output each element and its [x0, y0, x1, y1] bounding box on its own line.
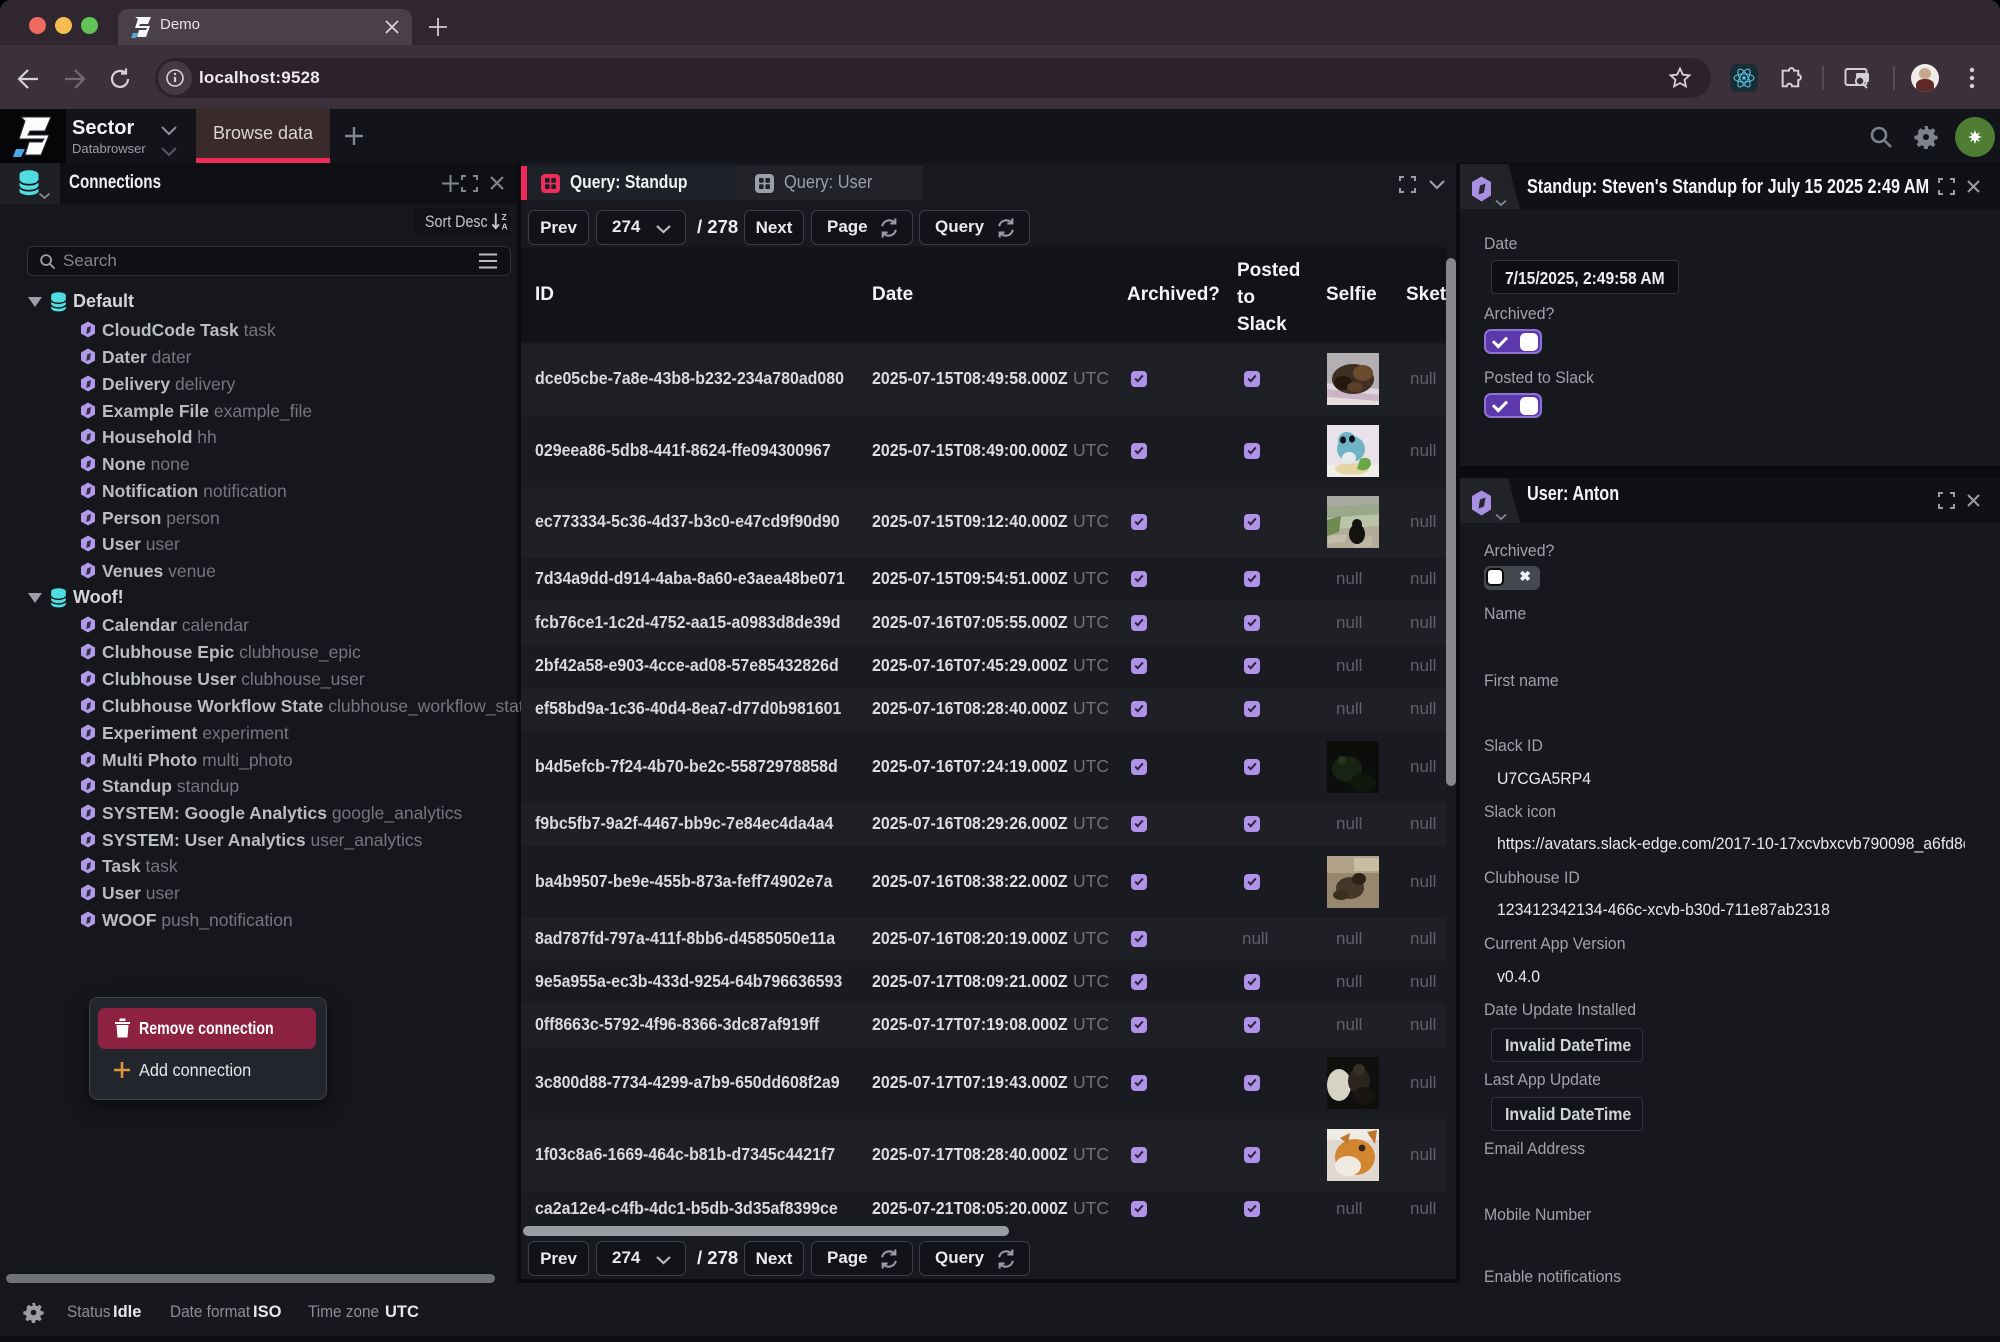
svg-text:A: A [501, 222, 507, 231]
svg-text:Z: Z [501, 212, 506, 222]
